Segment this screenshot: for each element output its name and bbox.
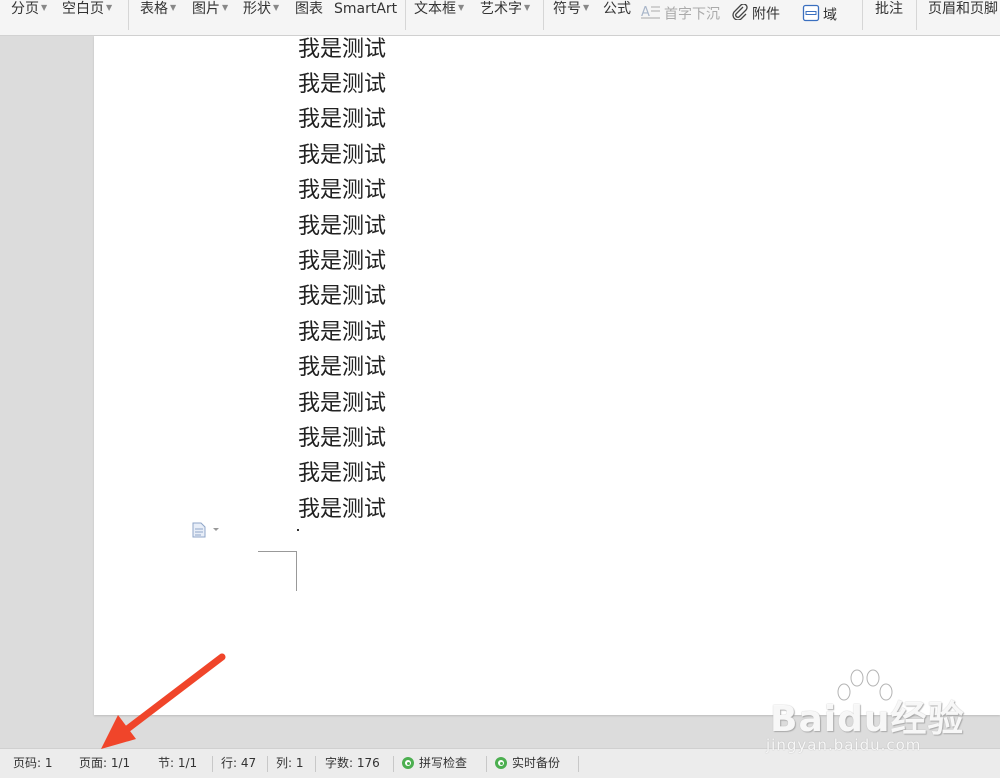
status-divider xyxy=(486,756,487,772)
document-line: 我是测试 xyxy=(298,284,387,310)
document-line: 我是测试 xyxy=(298,248,387,274)
toolbar-divider xyxy=(405,0,406,30)
toolbar-divider xyxy=(916,0,917,30)
toolbar-divider xyxy=(543,0,544,30)
smartart-button[interactable]: SmartArt xyxy=(334,0,397,18)
document-line: 我是测试 xyxy=(298,142,387,168)
page-code-indicator[interactable]: 页码: 1 xyxy=(13,756,53,770)
section-indicator[interactable]: 节: 1/1 xyxy=(158,756,197,770)
status-divider xyxy=(393,756,394,772)
realtime-backup-toggle[interactable]: 实时备份 xyxy=(495,756,560,770)
status-divider xyxy=(315,756,316,772)
paste-options-icon xyxy=(192,522,219,538)
attachment-button[interactable]: 附件 xyxy=(731,3,780,25)
textbox-button[interactable]: 文本框 ▼ xyxy=(414,0,464,18)
document-line: 我是测试 xyxy=(298,178,387,204)
watermark-url: jingyan.baidu.com xyxy=(766,736,922,754)
toolbar-divider xyxy=(862,0,863,30)
table-button[interactable]: 表格 ▼ xyxy=(140,0,176,18)
document-line: 我是测试 xyxy=(298,461,387,487)
document-line: 我是测试 xyxy=(298,107,387,133)
dropdown-caret-icon[interactable]: ▼ xyxy=(170,3,176,12)
word-count-indicator[interactable]: 字数: 176 xyxy=(325,756,380,770)
shape-button[interactable]: 形状 ▼ xyxy=(243,0,279,18)
status-divider xyxy=(212,756,213,772)
wordart-button[interactable]: 艺术字 ▼ xyxy=(480,0,530,18)
status-ok-icon xyxy=(402,757,414,769)
drop-cap-icon: A xyxy=(641,4,661,25)
document-line: 我是测试 xyxy=(298,72,387,97)
dropdown-caret-icon[interactable]: ▼ xyxy=(583,3,589,12)
insert-toolbar: 分页 ▼ 空白页 ▼ 表格 ▼ 图片 ▼ 形状 ▼ 图表 SmartArt 文本框 ▼ 艺术… xyxy=(0,0,1000,36)
field-button[interactable]: 域 xyxy=(802,4,837,24)
dropdown-caret-icon[interactable]: ▼ xyxy=(41,3,47,12)
toolbar-divider xyxy=(128,0,129,30)
status-divider xyxy=(267,756,268,772)
spell-check-toggle[interactable]: 拼写检查 xyxy=(402,756,467,770)
paragraph-mark xyxy=(297,529,299,531)
document-page[interactable]: 我是测试 我是测试 我是测试 我是测试 我是测试 我是测试 我是测试 我是测试 … xyxy=(94,36,1000,715)
blank-page-button[interactable]: 空白页 ▼ xyxy=(62,0,112,18)
row-indicator[interactable]: 行: 47 xyxy=(221,756,256,770)
document-line: 我是测试 xyxy=(298,496,387,522)
page-count-indicator[interactable]: 页面: 1/1 xyxy=(79,756,130,770)
document-line: 我是测试 xyxy=(298,355,387,381)
field-icon xyxy=(802,4,820,27)
dropdown-caret-icon[interactable]: ▼ xyxy=(222,3,228,12)
watermark-logo-text: Baidu经验 xyxy=(770,699,965,740)
document-line: 我是测试 xyxy=(298,37,387,62)
document-line: 我是测试 xyxy=(298,390,387,416)
header-footer-button[interactable]: 页眉和页脚 xyxy=(928,0,998,18)
margin-corner-mark xyxy=(258,551,297,591)
dropdown-caret-icon[interactable]: ▼ xyxy=(524,3,530,12)
document-body[interactable]: 我是测试 我是测试 我是测试 我是测试 我是测试 我是测试 我是测试 我是测试 … xyxy=(298,36,386,531)
document-line: 我是测试 xyxy=(298,425,387,451)
dropdown-caret-icon[interactable]: ▼ xyxy=(458,3,464,12)
comment-button[interactable]: 批注 xyxy=(875,0,903,18)
status-divider xyxy=(578,756,579,772)
chart-button[interactable]: 图表 xyxy=(295,0,323,18)
document-line: 我是测试 xyxy=(298,319,387,345)
spell-check-label: 拼写检查 xyxy=(419,756,468,770)
dropdown-caret-icon[interactable]: ▼ xyxy=(273,3,279,12)
realtime-backup-label: 实时备份 xyxy=(512,756,561,770)
paperclip-icon xyxy=(731,3,749,25)
formula-button[interactable]: 公式 xyxy=(603,0,631,18)
baidu-jingyan-watermark: Baidu经验 jingyan.baidu.com xyxy=(760,668,970,768)
column-indicator[interactable]: 列: 1 xyxy=(276,756,304,770)
document-line: 我是测试 xyxy=(298,213,387,239)
dropdown-caret-icon[interactable]: ▼ xyxy=(106,3,112,12)
page-break-button[interactable]: 分页 ▼ xyxy=(11,0,47,18)
symbol-button[interactable]: 符号 ▼ xyxy=(553,0,589,18)
drop-cap-button[interactable]: A 首字下沉 xyxy=(641,4,720,25)
paste-options-button[interactable] xyxy=(192,522,222,538)
picture-button[interactable]: 图片 ▼ xyxy=(192,0,228,18)
status-ok-icon xyxy=(495,757,507,769)
